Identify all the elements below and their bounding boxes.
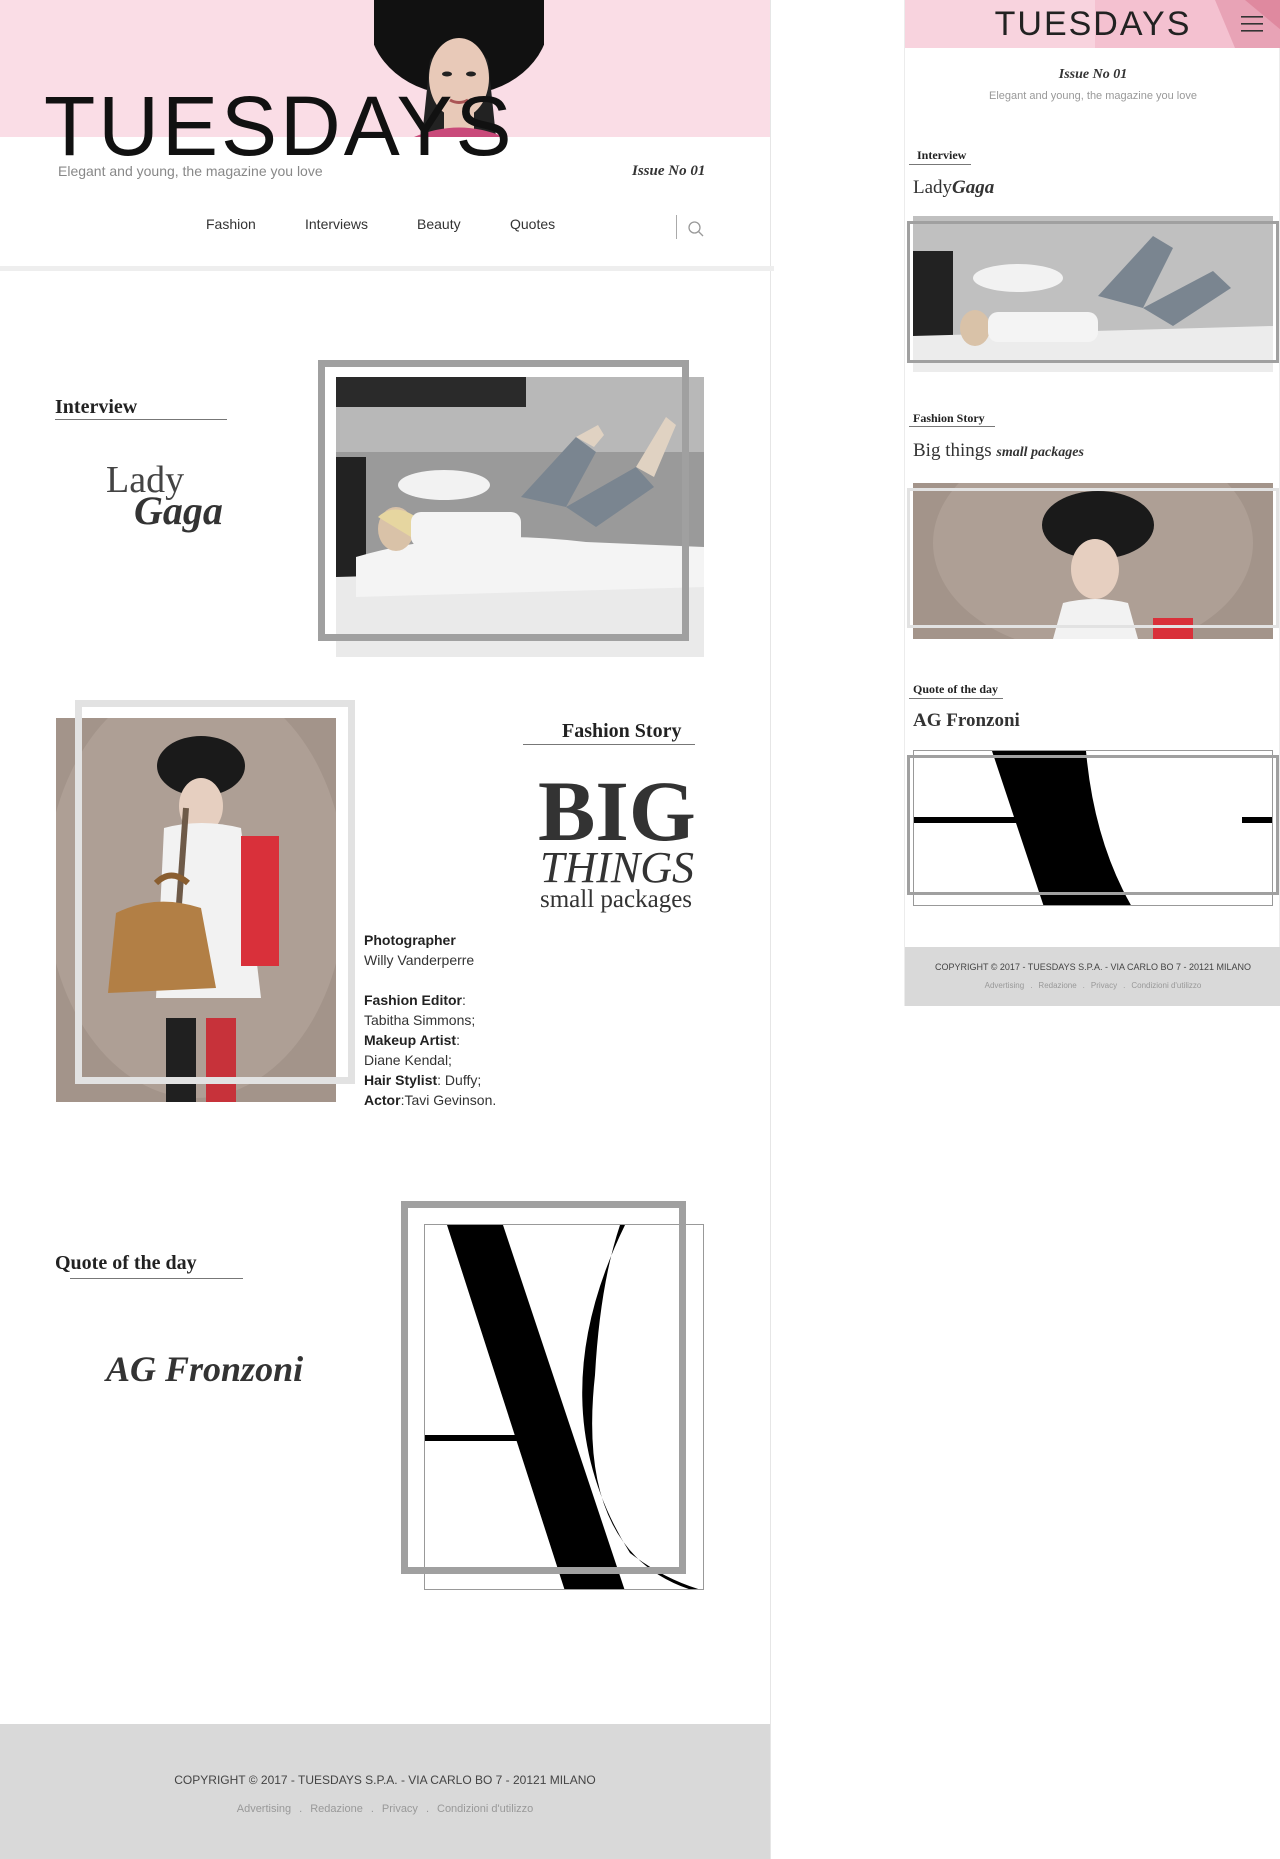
mobile-layout: TUESDAYS Issue No 01 Elegant and young, … <box>904 0 1280 1006</box>
mobile-logo[interactable]: TUESDAYS <box>905 4 1280 45</box>
section-underline <box>909 164 971 165</box>
mobile-fashion-frame <box>907 488 1279 628</box>
footer-link-conditions[interactable]: Condizioni d'utilizzo <box>437 1803 533 1815</box>
hamburger-menu-icon[interactable] <box>1241 16 1263 32</box>
footer-copyright: COPYRIGHT © 2017 - TUESDAYS S.P.A. - VIA… <box>174 1773 596 1787</box>
footer-link-separator: . <box>425 1803 429 1815</box>
footer-link-separator: . <box>299 1803 303 1815</box>
mobile-fashion-title-main: Big things <box>913 440 992 461</box>
issue-number: Issue No 01 <box>632 163 706 179</box>
nav-beauty[interactable]: Beauty <box>417 216 461 232</box>
credit-label: Actor <box>364 1092 401 1108</box>
nav-quotes[interactable]: Quotes <box>510 216 555 232</box>
mobile-fashion-title: Big things small packages <box>913 440 1084 462</box>
fashion-photo-frame <box>75 700 355 1084</box>
mobile-footer-links: Advertising. Redazione. Privacy. Condizioni… <box>905 981 1280 990</box>
logo[interactable]: TUESDAYS <box>44 84 515 168</box>
nav-divider <box>0 266 774 271</box>
interview-last-name: Gaga <box>134 488 223 533</box>
mobile-interview-frame <box>907 221 1279 363</box>
credit-value: Duffy; <box>444 1072 482 1088</box>
footer-link-privacy[interactable]: Privacy <box>1091 981 1117 990</box>
footer-link-redazione[interactable]: Redazione <box>310 1803 363 1815</box>
credit-label: Hair Stylist <box>364 1072 438 1088</box>
section-underline <box>55 419 227 420</box>
search-icon[interactable] <box>687 220 705 238</box>
footer-link-advertising[interactable]: Advertising <box>237 1803 291 1815</box>
nav-fashion[interactable]: Fashion <box>206 216 256 232</box>
credit-value: Tabitha Simmons; <box>364 1012 476 1028</box>
fashion-small-packages: small packages <box>540 886 693 913</box>
section-title-interview: Interview <box>55 396 138 418</box>
credit-label: Fashion Editor <box>364 992 462 1008</box>
mobile-footer-copyright: COPYRIGHT © 2017 - TUESDAYS S.P.A. - VIA… <box>934 962 1252 972</box>
nav-interviews[interactable]: Interviews <box>305 216 368 232</box>
footer-link-separator: . <box>370 1803 374 1815</box>
search-divider <box>676 215 677 239</box>
mobile-issue-number: Issue No 01 <box>1058 67 1128 82</box>
footer-link-privacy[interactable]: Privacy <box>382 1803 418 1815</box>
mobile-interview-last: Gaga <box>952 177 995 198</box>
section-underline <box>909 698 1003 699</box>
desktop-layout: TUESDAYS Elegant and young, the magazine… <box>0 0 774 1859</box>
section-title-fashion: Fashion Story <box>562 720 682 742</box>
tagline: Elegant and young, the magazine you love <box>58 163 323 179</box>
footer-link-redazione[interactable]: Redazione <box>1038 981 1076 990</box>
mobile-section-fashion: Fashion Story <box>913 411 985 425</box>
footer-link-advertising[interactable]: Advertising <box>985 981 1025 990</box>
footer-link-separator: . <box>1123 981 1126 990</box>
credit-value: Tavi Gevinson. <box>404 1092 497 1108</box>
mobile-interview-first: Lady <box>913 177 953 198</box>
credit-label: Photographer <box>364 932 456 948</box>
mobile-footer <box>905 947 1280 1006</box>
footer-links: Advertising. Redazione. Privacy. Condizioni… <box>0 1803 770 1815</box>
fashion-things: THINGS <box>540 843 695 892</box>
mobile-interview-title: LadyGaga <box>913 177 994 199</box>
footer-link-separator: . <box>1082 981 1085 990</box>
credit-value: Willy Vanderperre <box>364 952 475 968</box>
photo-credits: Photographer Willy Vanderperre Fashion E… <box>364 930 564 1110</box>
footer-link-separator: . <box>1030 981 1033 990</box>
credit-label: Makeup Artist <box>364 1032 457 1048</box>
mobile-section-interview: Interview <box>917 148 967 162</box>
section-underline <box>909 426 995 427</box>
section-title-quote: Quote of the day <box>55 1252 197 1274</box>
interview-photo-frame <box>318 360 689 641</box>
section-underline <box>523 744 695 745</box>
mobile-quote-author: AG Fronzoni <box>913 710 1020 731</box>
mobile-section-quote: Quote of the day <box>913 682 998 696</box>
quote-author: AG Fronzoni <box>106 1349 304 1389</box>
mobile-tagline: Elegant and young, the magazine you love <box>989 90 1197 102</box>
section-underline <box>70 1278 243 1279</box>
mobile-quote-frame <box>907 755 1279 895</box>
footer-link-conditions[interactable]: Condizioni d'utilizzo <box>1131 981 1201 990</box>
quote-frame <box>401 1201 686 1574</box>
fashion-big: BIG <box>538 763 696 859</box>
footer <box>0 1724 770 1859</box>
mobile-header: TUESDAYS <box>905 0 1280 48</box>
mobile-fashion-title-small: small packages <box>996 445 1084 460</box>
credit-value: Diane Kendal; <box>364 1052 452 1068</box>
